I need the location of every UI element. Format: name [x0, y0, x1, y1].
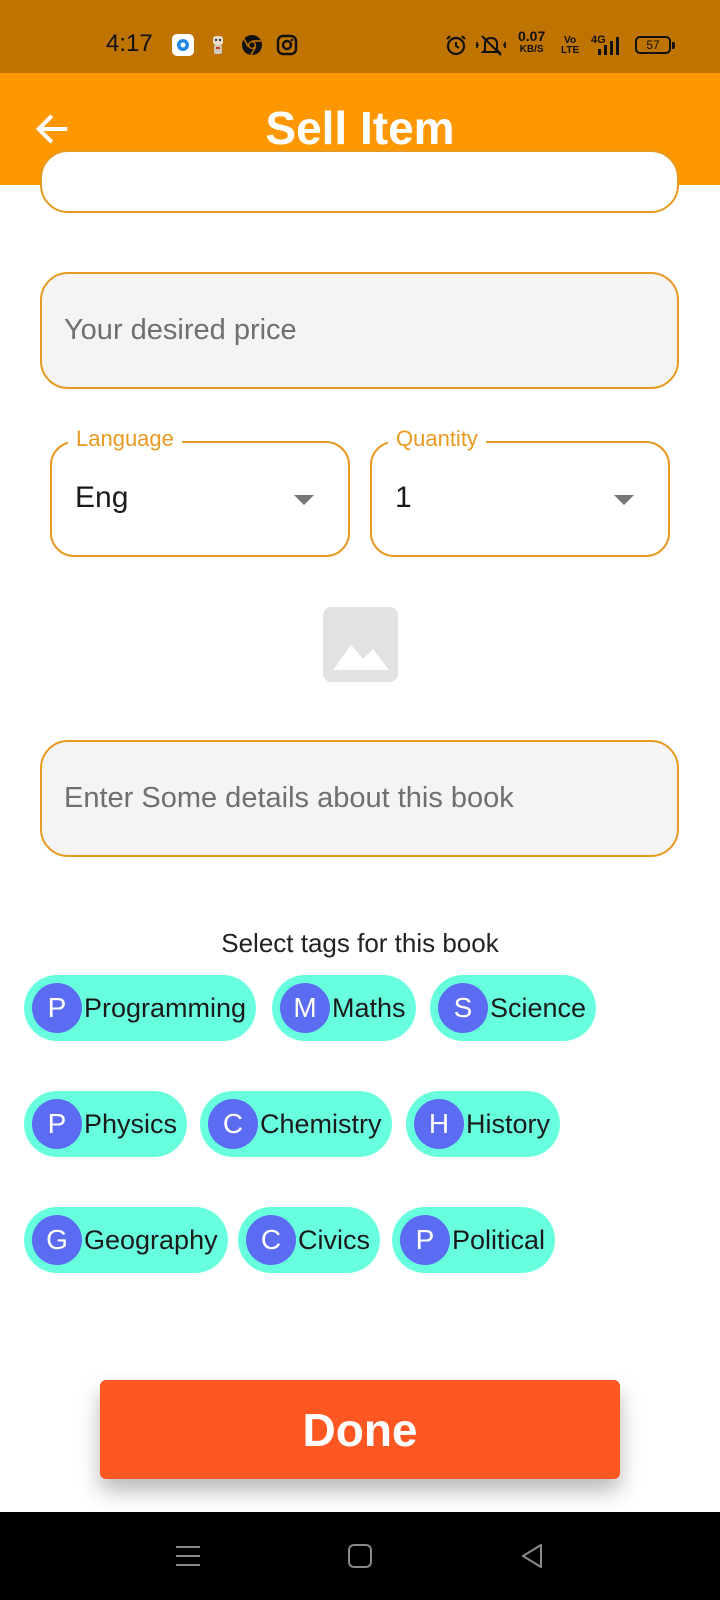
- previous-input-field[interactable]: [40, 150, 679, 213]
- tags-heading: Select tags for this book: [221, 928, 499, 958]
- quantity-dropdown[interactable]: Quantity 1: [370, 426, 670, 557]
- tag-chip-science[interactable]: S Science: [430, 975, 597, 1041]
- alarm-icon: [444, 33, 468, 57]
- dropdown-caret-icon: [614, 495, 634, 505]
- chip-label: Geography: [84, 1224, 218, 1255]
- tag-chip-maths[interactable]: M Maths: [272, 975, 416, 1041]
- chip-label: History: [466, 1108, 551, 1139]
- circle-app-icon: [171, 33, 195, 57]
- chip-label: Physics: [84, 1108, 178, 1139]
- volte-line2: LTE: [561, 45, 580, 56]
- chip-label: Maths: [332, 992, 406, 1023]
- back-icon[interactable]: [510, 1534, 554, 1578]
- instagram-icon: [275, 33, 299, 57]
- quantity-label: Quantity: [388, 426, 486, 452]
- battery-indicator: 57: [635, 36, 675, 54]
- language-dropdown[interactable]: Language Eng: [50, 426, 350, 557]
- details-input[interactable]: [64, 742, 654, 855]
- tag-chip-physics[interactable]: P Physics: [24, 1091, 188, 1157]
- chip-label: Civics: [298, 1224, 370, 1255]
- volte-indicator: Vo LTE: [561, 36, 579, 56]
- image-placeholder-icon[interactable]: [323, 607, 398, 682]
- chip-label: Science: [490, 992, 587, 1023]
- home-icon[interactable]: [338, 1534, 382, 1578]
- quantity-value: 1: [395, 481, 412, 514]
- chip-avatar: S: [438, 983, 488, 1033]
- status-time: 4:17: [106, 30, 153, 57]
- chip-avatar: H: [414, 1099, 464, 1149]
- chip-avatar: P: [32, 1099, 82, 1149]
- network-speed: 0.07 KB/S: [518, 28, 546, 56]
- system-nav-bar: [0, 1512, 720, 1600]
- tag-chip-geography[interactable]: G Geography: [24, 1207, 228, 1273]
- chip-avatar: C: [208, 1099, 258, 1149]
- done-button[interactable]: Done: [100, 1380, 620, 1479]
- network-speed-unit: KB/S: [519, 44, 544, 55]
- language-value: Eng: [75, 481, 129, 514]
- language-label: Language: [68, 426, 182, 452]
- robot-app-icon: [206, 33, 230, 57]
- status-bar: 4:17 0.07 KB/S Vo LTE 4G 57: [0, 0, 720, 73]
- signal-icon: [596, 33, 620, 57]
- details-field[interactable]: [40, 740, 679, 857]
- chip-avatar: G: [32, 1215, 82, 1265]
- chrome-icon: [240, 33, 264, 57]
- chip-label: Programming: [84, 992, 247, 1023]
- chip-avatar: P: [400, 1215, 450, 1265]
- tag-chip-civics[interactable]: C Civics: [238, 1207, 380, 1273]
- network-speed-value: 0.07: [518, 28, 546, 44]
- chip-avatar: M: [280, 983, 330, 1033]
- page-title: Sell Item: [265, 102, 455, 154]
- price-field[interactable]: [40, 272, 679, 389]
- price-input[interactable]: [64, 274, 654, 387]
- tag-chip-history[interactable]: H History: [406, 1091, 561, 1157]
- tag-chip-political[interactable]: P Political: [392, 1207, 556, 1273]
- mute-icon: [474, 33, 508, 57]
- chip-avatar: P: [32, 983, 82, 1033]
- chip-avatar: C: [246, 1215, 296, 1265]
- chip-label: Chemistry: [260, 1108, 382, 1139]
- tag-chip-programming[interactable]: P Programming: [24, 975, 257, 1041]
- dropdown-caret-icon: [294, 495, 314, 505]
- tag-chip-chemistry[interactable]: C Chemistry: [200, 1091, 392, 1157]
- menu-icon[interactable]: [166, 1534, 210, 1578]
- chip-label: Political: [452, 1224, 546, 1255]
